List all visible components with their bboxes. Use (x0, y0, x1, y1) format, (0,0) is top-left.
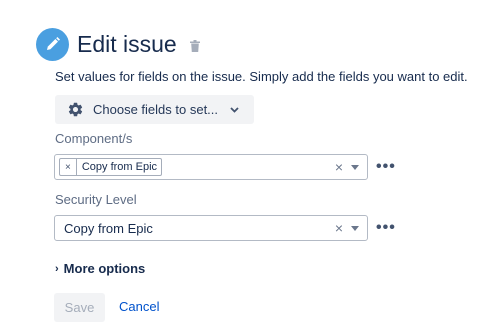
components-select[interactable]: × Copy from Epic × (54, 154, 368, 180)
clear-icon[interactable]: × (335, 159, 343, 175)
component-tag-label: Copy from Epic (81, 161, 158, 173)
clear-icon[interactable]: × (335, 220, 343, 236)
dialog-header: Edit issue (36, 26, 200, 62)
save-button[interactable]: Save (54, 293, 105, 322)
chevron-right-icon: › (55, 262, 59, 275)
gear-icon (67, 101, 84, 118)
page-title: Edit issue (77, 30, 177, 57)
trash-icon[interactable] (189, 40, 200, 52)
security-level-value: Copy from Epic (64, 220, 153, 236)
components-more-button[interactable]: ••• (376, 159, 396, 175)
pencil-icon (36, 27, 69, 61)
more-options-toggle[interactable]: › More options (55, 261, 145, 276)
security-level-more-button[interactable]: ••• (376, 220, 396, 236)
choose-fields-button[interactable]: Choose fields to set... (55, 95, 254, 124)
more-options-label: More options (63, 261, 146, 276)
security-level-label: Security Level (55, 192, 137, 207)
components-label: Component/s (55, 131, 133, 146)
chevron-down-icon (230, 106, 239, 113)
description-text: Set values for fields on the issue. Simp… (55, 69, 468, 84)
cancel-link[interactable]: Cancel (119, 299, 159, 314)
security-level-select[interactable]: Copy from Epic × (54, 215, 368, 241)
dropdown-arrow-icon[interactable] (351, 165, 359, 170)
component-tag: × Copy from Epic (59, 158, 163, 176)
dropdown-arrow-icon[interactable] (351, 226, 359, 231)
remove-tag-icon[interactable]: × (60, 159, 77, 175)
choose-fields-label: Choose fields to set... (93, 102, 219, 117)
